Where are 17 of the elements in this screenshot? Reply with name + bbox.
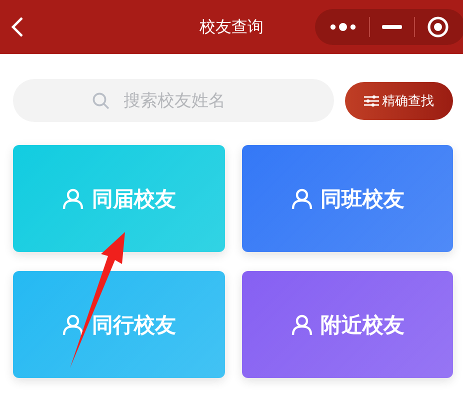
exact-search-button[interactable]: 精确查找 <box>345 82 453 120</box>
person-icon <box>62 188 84 210</box>
person-icon <box>62 314 84 336</box>
filter-icon <box>364 94 379 106</box>
category-card[interactable]: 同班校友 <box>242 145 453 252</box>
search-field[interactable]: 搜索校友姓名 <box>122 90 256 112</box>
search-icon <box>92 92 110 110</box>
close-icon[interactable] <box>427 16 449 38</box>
person-icon <box>290 188 312 210</box>
category-card[interactable]: 同届校友 <box>13 145 225 252</box>
more-icon[interactable] <box>329 22 357 32</box>
minimize-icon[interactable] <box>382 24 402 30</box>
page-title: 校友查询 <box>200 16 264 38</box>
person-icon <box>290 314 312 336</box>
category-card[interactable]: 附近校友 <box>242 271 453 378</box>
category-card[interactable]: 同行校友 <box>13 271 225 378</box>
back-icon[interactable] <box>10 16 24 38</box>
